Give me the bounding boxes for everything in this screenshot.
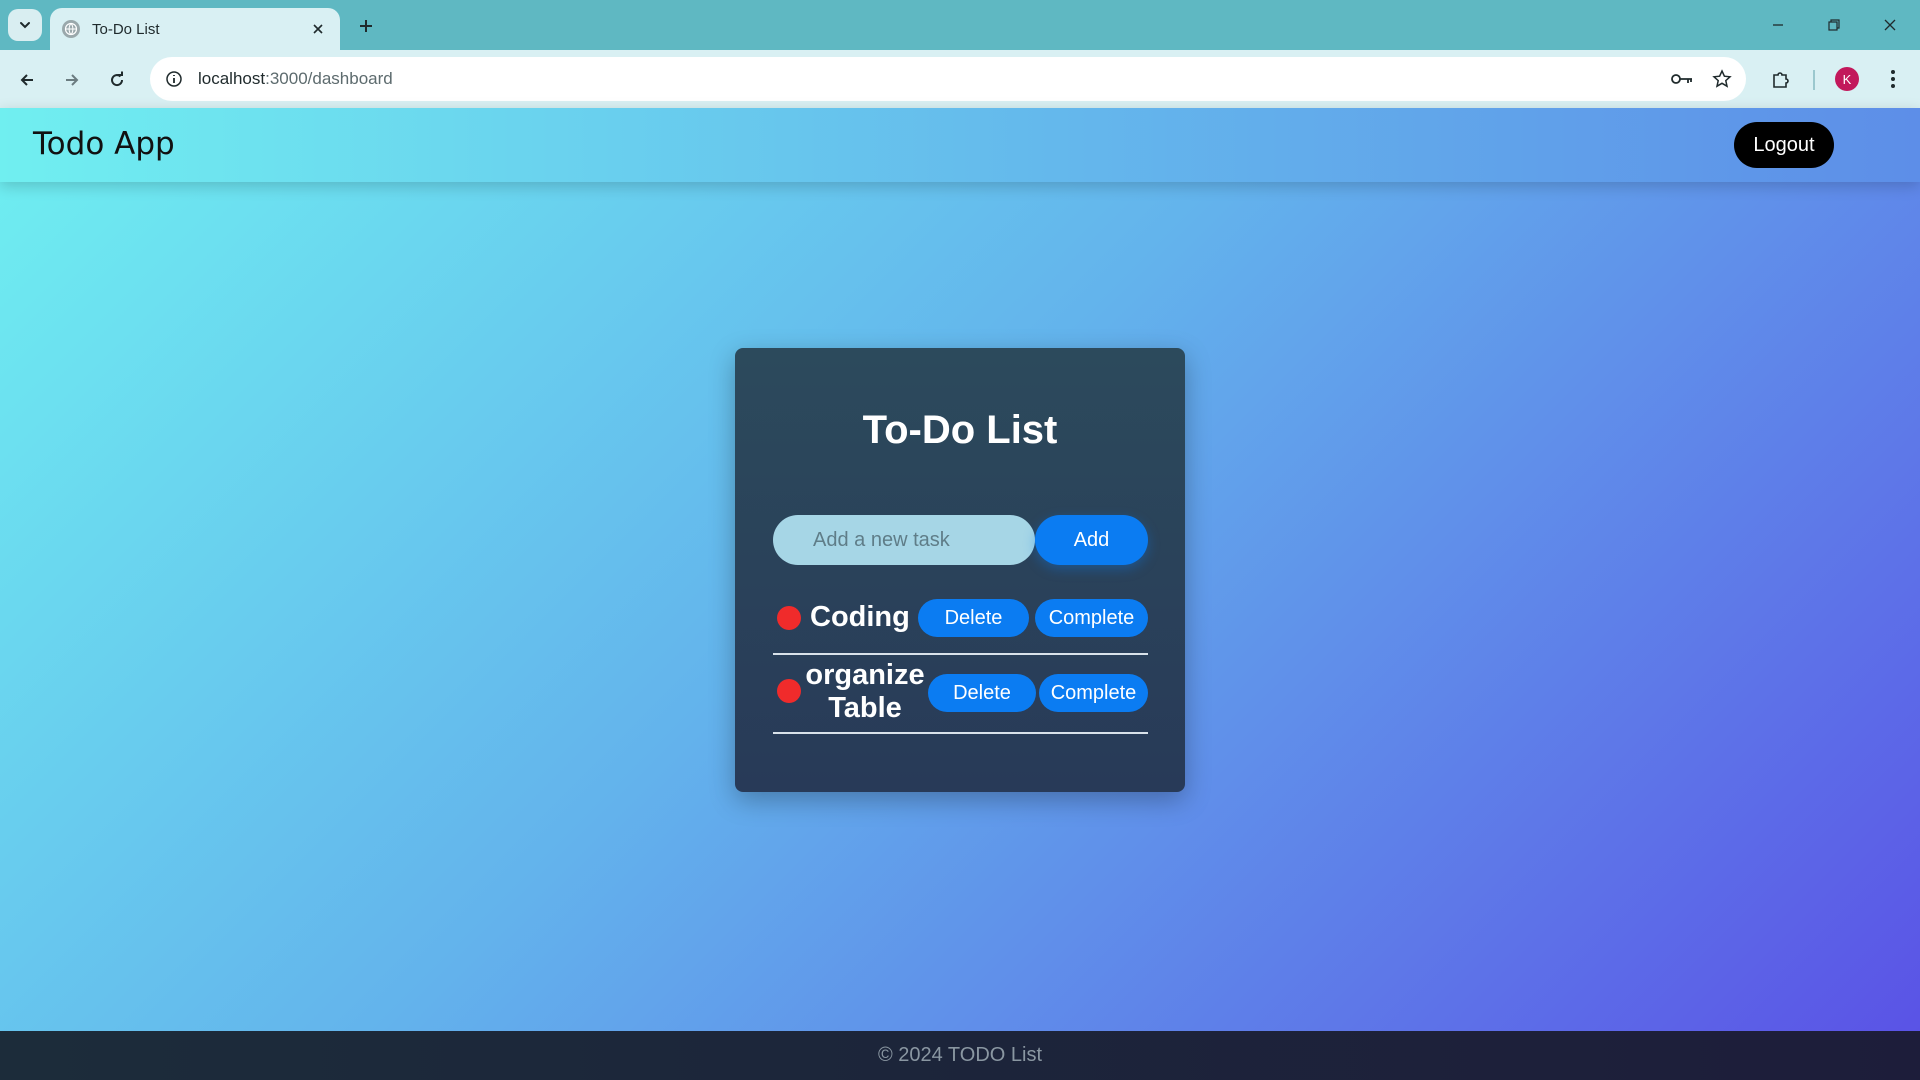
minimize-button[interactable] — [1758, 10, 1798, 40]
add-task-button[interactable]: Add — [1035, 515, 1148, 565]
footer-text: © 2024 TODO List — [877, 1044, 1043, 1066]
logout-button[interactable]: Logout — [1734, 122, 1834, 168]
app-navbar: Todo App Logout — [0, 108, 1920, 182]
browser-menu-button[interactable] — [1877, 63, 1909, 95]
extensions-button[interactable] — [1765, 63, 1797, 95]
avatar: K — [1835, 67, 1859, 91]
status-dot — [777, 606, 801, 630]
page-footer: © 2024 TODO List — [0, 1031, 1920, 1080]
forward-button[interactable] — [56, 64, 88, 96]
tab-search-button[interactable] — [8, 9, 42, 41]
task-text: organize Table — [805, 659, 925, 724]
new-tab-button[interactable] — [352, 12, 380, 40]
url-text: localhost:3000/dashboard — [198, 69, 1666, 89]
reload-button[interactable] — [101, 64, 133, 96]
delete-button[interactable]: Delete — [928, 674, 1036, 712]
site-info-icon[interactable] — [160, 65, 188, 93]
window-close-button[interactable] — [1870, 10, 1910, 40]
status-dot — [777, 679, 801, 703]
tab-title: To-Do List — [92, 20, 160, 38]
delete-button[interactable]: Delete — [918, 599, 1029, 637]
url-host: localhost — [198, 69, 266, 88]
todo-card: To-Do List Add Coding Delete Complete or… — [735, 348, 1185, 792]
password-key-icon[interactable] — [1666, 63, 1698, 95]
profile-button[interactable]: K — [1831, 63, 1863, 95]
reload-icon — [111, 71, 124, 87]
app-brand[interactable]: Todo App — [33, 126, 175, 162]
browser-toolbar: localhost:3000/dashboard K — [0, 50, 1920, 108]
address-bar[interactable]: localhost:3000/dashboard — [150, 57, 1746, 101]
new-task-input[interactable] — [773, 515, 1035, 565]
kebab-menu-icon — [1891, 70, 1895, 88]
puzzle-icon — [1773, 72, 1789, 88]
star-icon[interactable] — [1706, 63, 1738, 95]
restore-icon — [1828, 19, 1840, 31]
close-icon[interactable] — [308, 19, 328, 39]
browser-tabstrip: To-Do List — [0, 0, 1920, 50]
task-text: Coding — [810, 601, 910, 633]
browser-tab[interactable]: To-Do List — [50, 8, 340, 50]
globe-icon — [62, 20, 80, 38]
complete-button[interactable]: Complete — [1035, 599, 1148, 637]
page-title: To-Do List — [862, 408, 1058, 452]
task-row: organize Table Delete Complete — [773, 655, 1148, 734]
plus-icon — [360, 20, 372, 32]
arrow-right-icon — [66, 74, 79, 86]
task-row: Coding Delete Complete — [773, 598, 1148, 655]
arrow-left-icon — [20, 74, 33, 86]
minimize-icon — [1773, 24, 1783, 26]
chevron-down-icon — [20, 22, 30, 29]
url-path: :3000/dashboard — [265, 69, 393, 88]
toolbar-divider — [1813, 70, 1815, 90]
complete-button[interactable]: Complete — [1039, 674, 1148, 712]
close-icon — [1884, 19, 1896, 31]
page: Todo App Logout To-Do List Add Coding De… — [0, 108, 1920, 1080]
restore-button[interactable] — [1814, 10, 1854, 40]
back-button[interactable] — [11, 64, 43, 96]
